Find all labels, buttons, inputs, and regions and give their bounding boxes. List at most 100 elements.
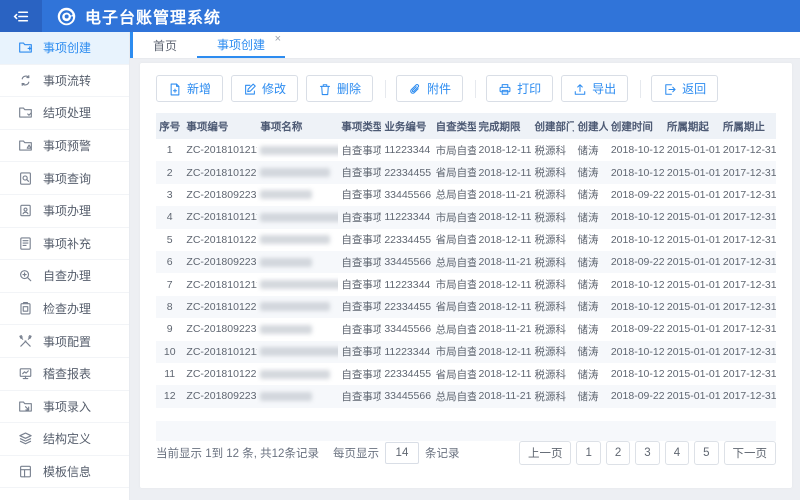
sidebar-nav: 事项创建事项流转结项处理事项预警事项查询事项办理事项补充自查办理检查办理事项配置…: [0, 32, 130, 500]
page-button-2[interactable]: 2: [606, 441, 630, 465]
toolbar-button-返回[interactable]: 返回: [651, 75, 718, 102]
cell-period_start: 2015-01-01: [664, 273, 720, 295]
cell-self_type: 市局自查: [433, 206, 476, 228]
cell-type: 自查事项: [338, 296, 381, 318]
table-row[interactable]: 1ZC-2018101211自查事项11223344市局自查2018-12-11…: [156, 139, 776, 161]
table-row[interactable]: 3ZC-2018092233自查事项33445566总局自查2018-11-21…: [156, 184, 776, 206]
tab-label: 首页: [153, 37, 177, 54]
magnifier-icon: [17, 268, 33, 284]
cell-period_end: 2017-12-31: [720, 273, 776, 295]
toolbar: 新增修改删除附件打印导出返回: [156, 75, 776, 102]
sidebar-item-11[interactable]: 稽查报表: [0, 358, 129, 391]
cell-self_type: 省局自查: [433, 229, 476, 251]
table-row[interactable]: 5ZC-2018101222自查事项22334455省局自查2018-12-11…: [156, 229, 776, 251]
table-row[interactable]: 10ZC-2018101211自查事项11223344市局自查2018-12-1…: [156, 341, 776, 363]
sidebar-item-12[interactable]: 事项录入: [0, 391, 129, 424]
page-button-3[interactable]: 3: [635, 441, 659, 465]
cell-deadline: 2018-12-11: [476, 363, 532, 385]
cell-period_start: 2015-01-01: [664, 318, 720, 340]
folder-add-icon: [17, 40, 33, 56]
clipboard-icon: [17, 301, 33, 317]
cell-period_end: 2017-12-31: [720, 318, 776, 340]
cell-creator: 储涛: [574, 341, 607, 363]
cell-deadline: 2018-11-21: [476, 251, 532, 273]
sidebar-item-4[interactable]: 事项预警: [0, 130, 129, 163]
page-size-input[interactable]: [385, 442, 419, 464]
page-button-5[interactable]: 5: [694, 441, 718, 465]
cell-dept: 税源科: [532, 161, 575, 183]
sidebar-item-6[interactable]: 事项办理: [0, 195, 129, 228]
content-card: 新增修改删除附件打印导出返回 序号事项编号事项名称事项类型业务编号自查类型完成期…: [140, 63, 792, 488]
table-row[interactable]: 8ZC-2018101222自查事项22334455省局自查2018-12-11…: [156, 296, 776, 318]
toolbar-button-修改[interactable]: 修改: [231, 75, 298, 102]
cell-type: 自查事项: [338, 385, 381, 407]
sidebar-item-9[interactable]: 检查办理: [0, 293, 129, 326]
prev-page-button[interactable]: 上一页: [519, 441, 572, 465]
table-row[interactable]: 12ZC-2018092233自查事项33445566总局自查2018-11-2…: [156, 385, 776, 407]
tab-1[interactable]: 首页: [133, 32, 197, 58]
cell-dept: 税源科: [532, 363, 575, 385]
page-button-1[interactable]: 1: [576, 441, 600, 465]
sidebar-item-8[interactable]: 自查办理: [0, 260, 129, 293]
cell-biz_no: 22334455: [381, 161, 432, 183]
sidebar-item-13[interactable]: 结构定义: [0, 423, 129, 456]
next-page-button[interactable]: 下一页: [724, 441, 777, 465]
cell-creator: 储涛: [574, 385, 607, 407]
cell-row-number: 9: [156, 318, 183, 340]
sidebar-item-label: 事项流转: [43, 72, 91, 89]
printer-icon: [498, 82, 512, 96]
cell-dept: 税源科: [532, 296, 575, 318]
cell-period_start: 2015-01-01: [664, 341, 720, 363]
cell-creator: 储涛: [574, 229, 607, 251]
cell-deadline: 2018-11-21: [476, 385, 532, 407]
table-row[interactable]: 4ZC-2018101211自查事项11223344市局自查2018-12-11…: [156, 206, 776, 228]
cell-dept: 税源科: [532, 206, 575, 228]
table-row[interactable]: 7ZC-2018101211自查事项11223344市局自查2018-12-11…: [156, 273, 776, 295]
cell-type: 自查事项: [338, 229, 381, 251]
cell-creator: 储涛: [574, 296, 607, 318]
cell-period_start: 2015-01-01: [664, 251, 720, 273]
cell-type: 自查事项: [338, 363, 381, 385]
app-window: 电子台账管理系统 事项创建事项流转结项处理事项预警事项查询事项办理事项补充自查办…: [0, 0, 800, 500]
sidebar-item-10[interactable]: 事项配置: [0, 325, 129, 358]
cell-item-name-redacted: [257, 139, 338, 161]
folder-check-icon: [17, 105, 33, 121]
sidebar-item-3[interactable]: 结项处理: [0, 97, 129, 130]
tools-icon: [17, 333, 33, 349]
toolbar-button-打印[interactable]: 打印: [486, 75, 553, 102]
cell-deadline: 2018-12-11: [476, 229, 532, 251]
sidebar-item-2[interactable]: 事项流转: [0, 65, 129, 98]
cell-row-number: 7: [156, 273, 183, 295]
return-icon: [663, 82, 677, 96]
cell-period_start: 2015-01-01: [664, 206, 720, 228]
table-row[interactable]: 11ZC-2018101222自查事项22334455省局自查2018-12-1…: [156, 363, 776, 385]
cell-item-name-redacted: [257, 385, 338, 407]
toolbar-button-导出[interactable]: 导出: [561, 75, 628, 102]
toolbar-button-新增[interactable]: 新增: [156, 75, 223, 102]
table-row[interactable]: 9ZC-2018092233自查事项33445566总局自查2018-11-21…: [156, 318, 776, 340]
tab-close-icon[interactable]: ×: [275, 34, 281, 45]
sidebar-item-14[interactable]: 模板信息: [0, 456, 129, 489]
cell-biz_no: 11223344: [381, 273, 432, 295]
tab-bar: 首页 事项创建×: [130, 32, 800, 59]
tab-2[interactable]: 事项创建×: [197, 32, 285, 58]
cell-dept: 税源科: [532, 229, 575, 251]
cell-self_type: 市局自查: [433, 273, 476, 295]
sidebar-item-7[interactable]: 事项补充: [0, 228, 129, 261]
table-row[interactable]: 2ZC-2018101222自查事项22334455省局自查2018-12-11…: [156, 161, 776, 183]
redacted-name-bar: [260, 347, 338, 356]
page-button-4[interactable]: 4: [665, 441, 689, 465]
sidebar-item-1[interactable]: 事项创建: [0, 32, 129, 65]
sidebar-collapse-button[interactable]: [0, 0, 42, 32]
cell-type: 自查事项: [338, 318, 381, 340]
sidebar-item-label: 结构定义: [43, 430, 91, 447]
sidebar-item-label: 结项处理: [43, 104, 91, 121]
toolbar-button-删除[interactable]: 删除: [306, 75, 373, 102]
sidebar-item-5[interactable]: 事项查询: [0, 162, 129, 195]
redacted-name-bar: [260, 146, 338, 155]
cell-type: 自查事项: [338, 273, 381, 295]
pagination-summary: 当前显示 1到 12 条, 共12条记录: [156, 445, 319, 461]
table-row[interactable]: 6ZC-2018092233自查事项33445566总局自查2018-11-21…: [156, 251, 776, 273]
toolbar-button-附件[interactable]: 附件: [396, 75, 463, 102]
cell-deadline: 2018-12-11: [476, 296, 532, 318]
